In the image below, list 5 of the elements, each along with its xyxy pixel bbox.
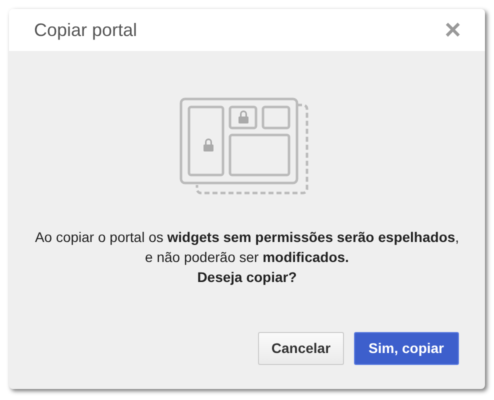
close-button[interactable]: × [444,16,461,44]
dialog-title: Copiar portal [34,18,138,42]
confirm-button[interactable]: Sim, copiar [354,332,459,365]
cancel-button[interactable]: Cancelar [258,332,344,365]
confirmation-message: Ao copiar o portal os widgets sem permissões serão espelhados, e não poderão ser modificados. Deseja copiar? [34,228,460,287]
